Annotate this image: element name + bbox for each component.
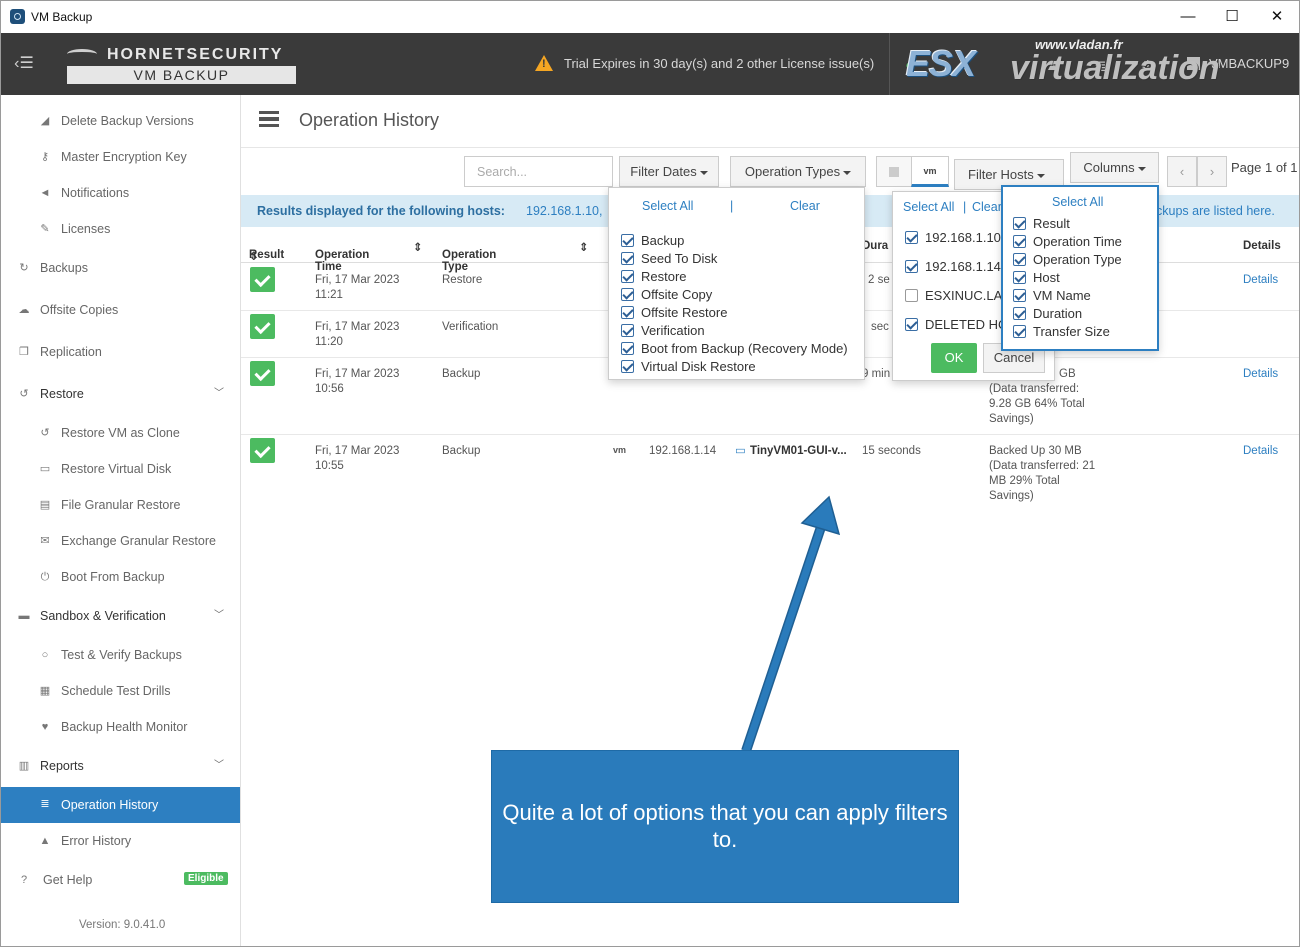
arrow-head xyxy=(800,495,841,536)
annotation-callout: Quite a lot of options that you can appl… xyxy=(491,750,959,903)
arrow-shaft xyxy=(742,519,827,753)
app-window: VM Backup — ☐ ✕ ‹☰ HORNETSECURITY VM BAC… xyxy=(0,0,1300,947)
